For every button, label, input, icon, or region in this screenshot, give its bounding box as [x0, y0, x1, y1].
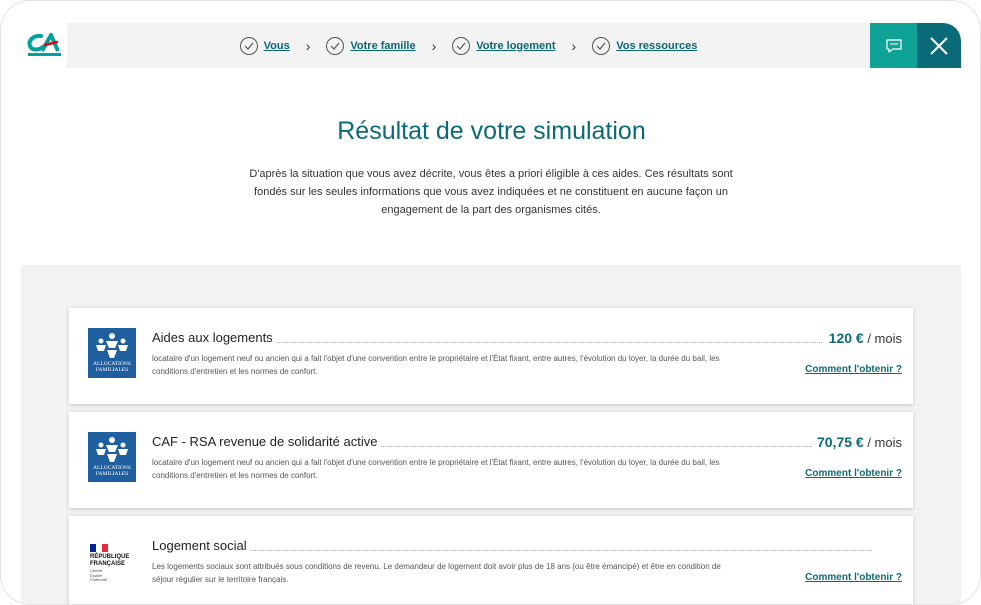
step-vous[interactable]: Vous: [239, 36, 290, 55]
caf-logo: ALLOCATIONS FAMILIALES: [88, 432, 136, 482]
chevron-right-icon: ›: [571, 37, 577, 54]
aid-description: locataire d'un logement neuf ou ancien q…: [152, 354, 720, 376]
logo-text: FAMILIALES: [95, 471, 129, 477]
chevron-right-icon: ›: [305, 37, 311, 54]
logo-text: FAMILIALES: [95, 367, 129, 373]
chat-bubble-icon: [885, 38, 902, 53]
step-label[interactable]: Votre logement: [476, 40, 555, 52]
check-circle-icon: [239, 36, 258, 55]
french-flag-icon: [90, 544, 108, 552]
aid-name: CAF - RSA revenue de solidarité active: [152, 434, 382, 449]
amount-unit: / mois: [867, 435, 902, 450]
how-to-get-link[interactable]: Comment l'obtenir ?: [805, 364, 902, 375]
logo-motto: Fraternité: [90, 577, 108, 582]
aid-name: Logement social: [152, 538, 251, 553]
simulation-window: Vous › Votre famille › Votre logement › …: [0, 0, 981, 605]
how-to-get-link[interactable]: Comment l'obtenir ?: [805, 468, 902, 479]
caf-logo: ALLOCATIONS FAMILIALES: [88, 328, 136, 378]
aid-description: Les logements sociaux sont attribués sou…: [152, 562, 721, 584]
aid-description: locataire d'un logement neuf ou ancien q…: [152, 458, 720, 480]
close-icon: [930, 36, 948, 55]
step-navigation: Vous › Votre famille › Votre logement › …: [67, 23, 870, 68]
aid-amount: 120 € / mois: [824, 330, 902, 346]
check-circle-icon: [592, 36, 611, 55]
intro-text: D'après la situation que vous avez décri…: [249, 168, 733, 216]
step-vos-ressources[interactable]: Vos ressources: [592, 36, 697, 55]
dotted-leader: [152, 550, 872, 551]
chevron-right-icon: ›: [431, 37, 437, 54]
republique-francaise-logo: RÉPUBLIQUE FRANÇAISE Liberté Égalité Fra…: [88, 536, 136, 586]
aid-amount: 70,75 € / mois: [812, 434, 902, 450]
step-label[interactable]: Votre famille: [350, 40, 415, 52]
close-button[interactable]: [917, 23, 961, 68]
check-circle-icon: [452, 36, 471, 55]
result-card: ALLOCATIONS FAMILIALES CAF - RSA revenue…: [69, 412, 913, 508]
amount-value: 70,75 €: [816, 434, 864, 450]
step-votre-logement[interactable]: Votre logement: [452, 36, 556, 55]
result-card: ALLOCATIONS FAMILIALES Aides aux logemen…: [69, 308, 913, 404]
chat-button[interactable]: [870, 23, 917, 68]
how-to-get-link[interactable]: Comment l'obtenir ?: [805, 572, 902, 583]
step-votre-famille[interactable]: Votre famille: [326, 36, 416, 55]
logo-text: FRANÇAISE: [90, 560, 126, 567]
step-label[interactable]: Vos ressources: [616, 40, 697, 52]
amount-value: 120 €: [828, 330, 864, 346]
result-card: RÉPUBLIQUE FRANÇAISE Liberté Égalité Fra…: [69, 516, 913, 604]
check-circle-icon: [326, 36, 345, 55]
amount-unit: / mois: [867, 331, 902, 346]
logo-text: RÉPUBLIQUE: [90, 554, 130, 560]
aid-name: Aides aux logements: [152, 330, 277, 345]
page-title: Résultat de votre simulation: [337, 117, 646, 145]
credit-agricole-logo[interactable]: [27, 32, 63, 58]
results-section: ALLOCATIONS FAMILIALES Aides aux logemen…: [21, 265, 961, 604]
step-label[interactable]: Vous: [264, 40, 290, 52]
